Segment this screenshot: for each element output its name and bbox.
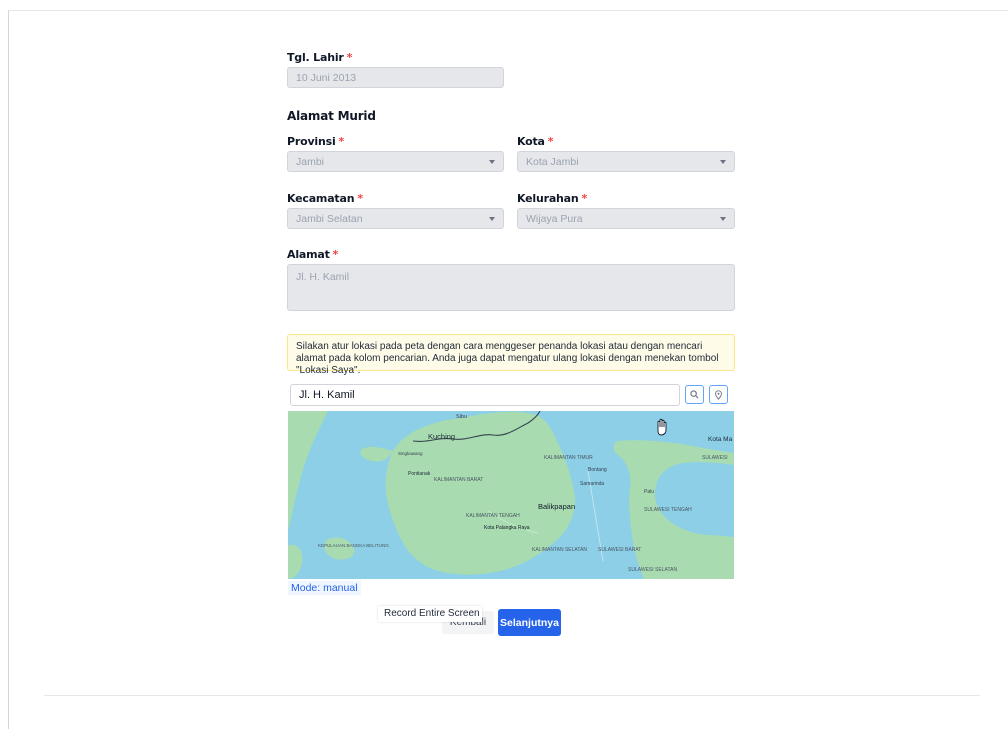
required-mark: * [332, 248, 339, 261]
map-label-palu: Palu [644, 489, 654, 495]
alamat-label-text: Alamat [287, 248, 330, 261]
tgl-lahir-label-text: Tgl. Lahir [287, 51, 344, 64]
map-label-kalteng: KALIMANTAN TENGAH [466, 513, 520, 519]
map-label-bangka: KEPULAUAN BANGKA BELITUNG [318, 543, 389, 548]
map-label-sulsel: SULAWESI SELATAN [628, 567, 677, 573]
map-label-kota-ma: Kota Ma [708, 436, 733, 443]
kelurahan-value: Wijaya Pura [526, 213, 583, 225]
required-mark: * [346, 51, 353, 64]
provinsi-label-text: Provinsi [287, 135, 336, 148]
chevron-down-icon [489, 217, 495, 221]
tgl-lahir-label: Tgl. Lahir * [287, 51, 352, 64]
chevron-down-icon [720, 160, 726, 164]
provinsi-value: Jambi [296, 156, 325, 168]
kecamatan-select[interactable]: Jambi Selatan [287, 208, 504, 229]
map-label-bontang: Bontang [588, 467, 607, 473]
map-label-kaltim: KALIMANTAN TIMUR [544, 455, 593, 461]
record-screen-tooltip: Record Entire Screen [378, 606, 482, 622]
alamat-label: Alamat * [287, 248, 338, 261]
map-label-kalsel: KALIMANTAN SELATAN [532, 547, 587, 553]
section-alamat-murid: Alamat Murid [287, 109, 376, 123]
search-icon [690, 390, 699, 399]
required-mark: * [357, 192, 363, 205]
map-search-input[interactable]: Jl. H. Kamil [290, 384, 680, 406]
kecamatan-label-text: Kecamatan [287, 192, 355, 205]
kota-label: Kota * [517, 135, 554, 148]
required-mark: * [338, 135, 345, 148]
map-label-singkawang: Singkawang [398, 451, 423, 456]
map-label-sulteng: SULAWESI TENGAH [644, 507, 692, 513]
tgl-lahir-input[interactable]: 10 Juni 2013 [287, 67, 504, 88]
map-label-sulbar: SULAWESI BARAT [598, 547, 641, 553]
map-label-sibu: Sibu [456, 414, 467, 420]
map-label-kalbar: KALIMANTAN BARAT [434, 477, 483, 483]
map-view[interactable]: Kuching Sibu Kota Ma Pontianak KALIMANTA… [288, 411, 734, 579]
map-search-value: Jl. H. Kamil [299, 389, 355, 401]
kota-select[interactable]: Kota Jambi [517, 151, 735, 172]
footer-divider [44, 695, 980, 696]
map-label-pontianak: Pontianak [408, 471, 431, 477]
alamat-textarea[interactable]: Jl. H. Kamil [287, 264, 735, 311]
map-label-palangka: Kota Palangka Raya [484, 525, 530, 531]
map-canvas[interactable]: Kuching Sibu Kota Ma Pontianak KALIMANTA… [288, 411, 734, 579]
kota-value: Kota Jambi [526, 156, 579, 168]
map-label-balikpapan: Balikpapan [538, 502, 575, 511]
map-label-samarinda: Samarinda [580, 481, 604, 487]
kecamatan-value: Jambi Selatan [296, 213, 363, 225]
required-mark: * [581, 192, 588, 205]
chevron-down-icon [720, 217, 726, 221]
map-label-kuching: Kuching [428, 432, 455, 441]
my-location-button[interactable] [709, 385, 728, 404]
required-mark: * [547, 135, 554, 148]
kota-label-text: Kota [517, 135, 545, 148]
map-search-button[interactable] [685, 385, 704, 404]
kelurahan-label-text: Kelurahan [517, 192, 579, 205]
kelurahan-select[interactable]: Wijaya Pura [517, 208, 735, 229]
kelurahan-label: Kelurahan * [517, 192, 587, 205]
kecamatan-label: Kecamatan * [287, 192, 363, 205]
map-instruction-notice: Silakan atur lokasi pada peta dengan car… [287, 334, 735, 376]
alamat-value: Jl. H. Kamil [296, 271, 350, 283]
provinsi-select[interactable]: Jambi [287, 151, 504, 172]
provinsi-label: Provinsi * [287, 135, 344, 148]
map-label-sulawesi: SULAWESI [702, 455, 728, 461]
tgl-lahir-value: 10 Juni 2013 [296, 72, 357, 84]
next-button[interactable]: Selanjutnya [498, 609, 561, 636]
map-mode-indicator: Mode: manual [288, 581, 361, 595]
chevron-down-icon [489, 160, 495, 164]
location-pin-icon [715, 389, 722, 400]
